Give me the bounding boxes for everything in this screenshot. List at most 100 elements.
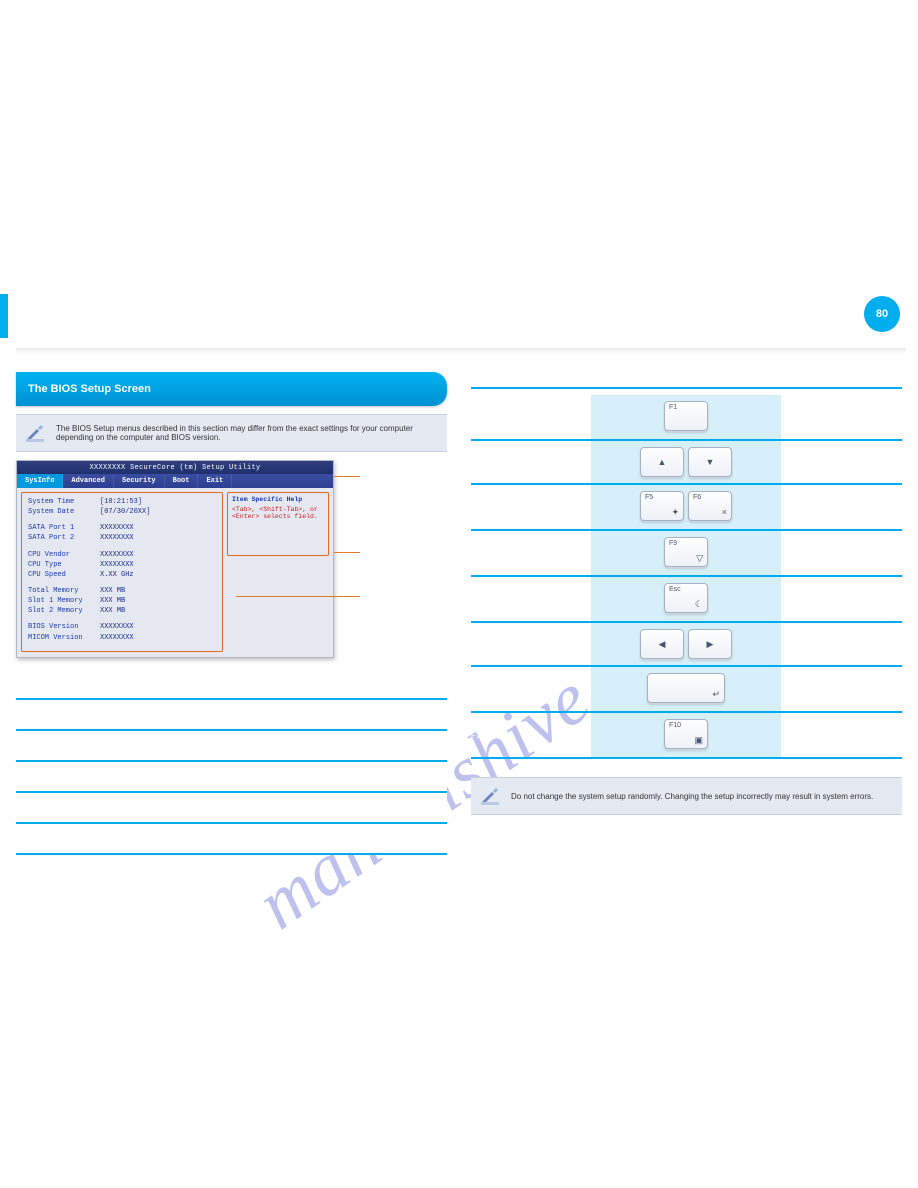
key-row: F5/F6F5✦F6×Change value [471, 484, 902, 530]
bios-key: Slot 1 Memory [28, 596, 100, 606]
keycap-left-icon: ◀ [640, 629, 684, 659]
keycap-enter-icon: ↵ [647, 673, 725, 703]
right-column: System Setup Keys F1F1HelpUp/Down▲▼MoveF… [471, 372, 902, 855]
keycap-up-icon: ▲ [640, 447, 684, 477]
bios-key: CPU Vendor [28, 550, 100, 560]
key-visual: Esc☾ [591, 576, 781, 622]
key-desc: Select menu [781, 622, 902, 666]
bios-value: XXXXXXXX [100, 533, 134, 543]
key-row: Enter↵Select item / enter sub-menu [471, 666, 902, 712]
bios-row: Slot 1 MemoryXXX MB [28, 596, 216, 606]
note-box: The BIOS Setup menus described in this s… [16, 414, 447, 452]
bios-key: BIOS Version [28, 622, 100, 632]
keycap-down-icon: ▼ [688, 447, 732, 477]
key-desc: Move [781, 440, 902, 484]
bios-help-body: <Tab>, <Shift-Tab>, or <Enter> selects f… [232, 506, 324, 520]
page-number-badge: 80 [864, 296, 900, 332]
key-visual: F1 [591, 395, 781, 440]
bios-value: XXXXXXXX [100, 633, 134, 643]
keycap-right-icon: ▶ [688, 629, 732, 659]
th-desc: Description [124, 676, 447, 699]
bios-row: CPU SpeedX.XX GHz [28, 570, 216, 580]
bios-value: XXXXXXXX [100, 560, 134, 570]
section-title: The BIOS Setup Screen [28, 383, 151, 395]
key-name: F1 [471, 395, 591, 440]
key-name: ESC [471, 576, 591, 622]
key-row: F1 F1 Help [471, 395, 902, 440]
bios-tab-sysinfo[interactable]: SysInfo [17, 474, 63, 488]
cell-desc: This is a description of the basic speci… [124, 699, 447, 730]
key-row: ESCEsc☾Exit current menu [471, 576, 902, 622]
keycap-f10-icon: F10▣ [664, 719, 708, 749]
key-desc: Exit current menu [781, 576, 902, 622]
bios-key: CPU Type [28, 560, 100, 570]
cell-desc: Used to exit the Setup either saving the… [124, 823, 447, 854]
table-row: AdvancedUsing this menu, you can configu… [16, 730, 447, 761]
bios-row: SATA Port 2XXXXXXXX [28, 533, 216, 543]
key-table: F1 F1 Help Up/Down ▲▼ MoveF5/F6F5✦F6×Change v… [471, 395, 902, 759]
key-name: F9 [471, 530, 591, 576]
key-visual: F10▣ [591, 712, 781, 758]
bios-tab-boot[interactable]: Boot [165, 474, 199, 488]
key-name: F10 [471, 712, 591, 758]
key-name: Up/Down [471, 440, 591, 484]
bios-key: System Time [28, 497, 100, 507]
callout-leader [334, 476, 360, 477]
bios-row: System Time[10:21:53] [28, 497, 216, 507]
cell-menu: SysInfo [16, 699, 124, 730]
bios-value: XXXXXXXX [100, 622, 134, 632]
bios-tab-security[interactable]: Security [114, 474, 165, 488]
cell-desc: Used to configure the security functions… [124, 761, 447, 792]
key-row: Up/Down ▲▼ Move [471, 440, 902, 484]
note-box: Do not change the system setup randomly.… [471, 777, 902, 815]
bios-row: SATA Port 1XXXXXXXX [28, 523, 216, 533]
bios-row: Slot 2 MemoryXXX MB [28, 606, 216, 616]
key-visual: F9▽ [591, 530, 781, 576]
bios-main-panel: System Time[10:21:53]System Date[07/30/2… [21, 492, 223, 652]
bios-row: CPU VendorXXXXXXXX [28, 550, 216, 560]
bios-row: Total MemoryXXX MB [28, 586, 216, 596]
callout-leader [236, 596, 360, 597]
key-row: Left/Right◀▶Select menu [471, 622, 902, 666]
bios-tab-exit[interactable]: Exit [198, 474, 232, 488]
key-name: Left/Right [471, 622, 591, 666]
bios-key: CPU Speed [28, 570, 100, 580]
cell-desc: This menu enables you to configure perip… [124, 792, 447, 823]
th-menu: Menu [16, 676, 124, 699]
keycap-f1-icon: F1 [664, 401, 708, 431]
chapter-tab [0, 294, 8, 338]
cell-menu: Security [16, 761, 124, 792]
bios-tab-advanced[interactable]: Advanced [63, 474, 114, 488]
key-desc: Save & Exit Setup [781, 712, 902, 758]
table-row: BootThis menu enables you to configure p… [16, 792, 447, 823]
bios-row: System Date[07/30/20XX] [28, 507, 216, 517]
key-visual: F5✦F6× [591, 484, 781, 530]
bios-value: [07/30/20XX] [100, 507, 150, 517]
key-visual: ◀▶ [591, 622, 781, 666]
bios-figure: XXXXXXXX SecureCore (tm) Setup Utility S… [16, 460, 447, 660]
key-desc: Select item / enter sub-menu [781, 666, 902, 712]
bios-key: Slot 2 Memory [28, 606, 100, 616]
table-row: SecurityUsed to configure the security f… [16, 761, 447, 792]
bios-row: MICOM VersionXXXXXXXX [28, 633, 216, 643]
bios-key: SATA Port 1 [28, 523, 100, 533]
callout-leader [334, 552, 360, 553]
bios-row: CPU TypeXXXXXXXX [28, 560, 216, 570]
keycap-f9-icon: F9▽ [664, 537, 708, 567]
bios-value: XXXXXXXX [100, 550, 134, 560]
key-desc: Help [781, 395, 902, 440]
keycap-f6-icon: F6× [688, 491, 732, 521]
bios-key: Total Memory [28, 586, 100, 596]
bios-help-title: Item Specific Help [232, 496, 324, 503]
cell-menu: Exit [16, 823, 124, 854]
bios-key: MICOM Version [28, 633, 100, 643]
bios-key: System Date [28, 507, 100, 517]
key-row: F10 F10▣ Save & Exit Setup [471, 712, 902, 758]
bios-title: XXXXXXXX SecureCore (tm) Setup Utility [17, 461, 333, 474]
bios-key: SATA Port 2 [28, 533, 100, 543]
bios-value: X.XX GHz [100, 570, 134, 580]
bios-value: XXX MB [100, 586, 125, 596]
key-name: F5/F6 [471, 484, 591, 530]
bios-window: XXXXXXXX SecureCore (tm) Setup Utility S… [16, 460, 334, 658]
cell-menu: Boot [16, 792, 124, 823]
